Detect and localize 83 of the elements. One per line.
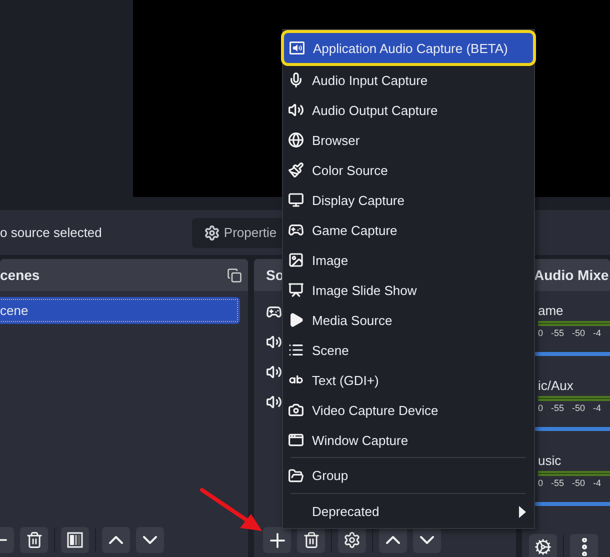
menu-item[interactable]: Image bbox=[283, 245, 534, 275]
folder-icon bbox=[288, 468, 304, 484]
meter-tick-label: -55 bbox=[551, 328, 564, 338]
chevron-down-icon bbox=[420, 536, 434, 544]
menu-item[interactable]: Display Capture bbox=[283, 185, 534, 215]
undock-icon[interactable] bbox=[227, 268, 242, 282]
speaker-icon bbox=[266, 394, 282, 410]
chevron-down-icon bbox=[143, 536, 157, 544]
move-up-button[interactable] bbox=[379, 527, 407, 553]
brush-icon bbox=[288, 162, 304, 178]
trash-icon bbox=[304, 532, 318, 548]
menu-item[interactable]: Deprecated bbox=[283, 496, 534, 527]
status-text: o source selected bbox=[0, 225, 102, 240]
meter-tick-label: -4 bbox=[593, 478, 602, 488]
chevron-up-icon bbox=[386, 536, 400, 544]
play-icon bbox=[288, 312, 304, 328]
menu-item[interactable]: Color Source bbox=[283, 155, 534, 185]
globe-icon bbox=[288, 132, 304, 148]
gamepad-icon bbox=[288, 222, 304, 238]
trash-icon bbox=[26, 532, 42, 548]
image-icon bbox=[288, 252, 304, 268]
delete-button[interactable] bbox=[297, 527, 325, 553]
advanced-settings-button[interactable] bbox=[529, 534, 557, 557]
menu-item[interactable]: Video Capture Device bbox=[283, 395, 534, 425]
meter-tick-label: -55 bbox=[551, 403, 564, 413]
move-down-button[interactable] bbox=[413, 527, 441, 553]
volume-meter bbox=[538, 321, 610, 326]
window-icon bbox=[288, 432, 304, 448]
filters-button[interactable] bbox=[61, 527, 89, 553]
panel-title: cenes bbox=[0, 267, 40, 283]
meter-tick-label: -50 bbox=[572, 328, 586, 338]
volume-meter bbox=[538, 396, 610, 401]
channel-name: usic bbox=[538, 453, 562, 468]
gradient-square-icon bbox=[67, 532, 83, 548]
meter-tick-label: -4 bbox=[593, 403, 602, 413]
menu-item[interactable]: Window Capture bbox=[283, 425, 534, 455]
submenu-arrow-icon bbox=[519, 506, 526, 518]
move-up-button[interactable] bbox=[102, 527, 130, 553]
cog-icon bbox=[535, 539, 551, 555]
settings-button[interactable] bbox=[338, 527, 366, 553]
channel-name: ic/Aux bbox=[538, 378, 574, 393]
fader-track[interactable] bbox=[532, 427, 610, 431]
menu-item[interactable]: Group bbox=[283, 460, 534, 491]
speaker-window-icon bbox=[289, 40, 305, 56]
more-icon bbox=[582, 538, 586, 556]
gamepad-icon bbox=[266, 304, 282, 320]
move-down-button[interactable] bbox=[136, 527, 164, 553]
menu-item[interactable]: Audio Input Capture bbox=[283, 65, 534, 95]
menu-item[interactable]: Media Source bbox=[283, 305, 534, 335]
menu-item[interactable]: Browser bbox=[283, 125, 534, 155]
microphone-icon bbox=[288, 72, 304, 88]
speaker-icon bbox=[266, 334, 282, 350]
menu-item[interactable]: Audio Output Capture bbox=[283, 95, 534, 125]
menu-item[interactable]: Scene bbox=[283, 335, 534, 365]
meter-tick-label: -55 bbox=[551, 478, 564, 488]
volume-meter bbox=[538, 471, 610, 476]
camera-icon bbox=[288, 402, 304, 418]
list-row[interactable]: cene bbox=[0, 297, 240, 324]
meter-tick-label: 0 bbox=[538, 478, 544, 488]
panel-title: Audio Mixe bbox=[534, 267, 609, 283]
settings-icon bbox=[344, 532, 360, 548]
menu-item[interactable]: Text (GDI+) bbox=[283, 365, 534, 395]
menu-item[interactable]: Application Audio Capture (BETA) bbox=[284, 33, 533, 63]
speaker-icon bbox=[266, 364, 282, 380]
channel-name: ame bbox=[538, 303, 564, 318]
more-button[interactable] bbox=[570, 534, 598, 557]
meter-tick-label: 0 bbox=[538, 328, 544, 338]
speaker-icon bbox=[288, 102, 304, 118]
meter-tick-label: -50 bbox=[572, 403, 586, 413]
fader-track[interactable] bbox=[532, 502, 610, 506]
plus-icon bbox=[270, 532, 284, 548]
meter-tick-label: -4 bbox=[593, 328, 602, 338]
presentation-icon bbox=[288, 282, 304, 298]
meter-tick-label: 0 bbox=[538, 403, 544, 413]
list-icon bbox=[288, 342, 304, 358]
monitor-icon bbox=[288, 192, 304, 208]
menu-item[interactable]: Image Slide Show bbox=[283, 275, 534, 305]
meter-tick-label: -50 bbox=[572, 478, 586, 488]
settings-icon bbox=[204, 224, 220, 240]
fader-track[interactable] bbox=[532, 352, 610, 356]
delete-button[interactable] bbox=[20, 527, 48, 553]
add-button[interactable] bbox=[263, 527, 291, 553]
chevron-up-icon bbox=[109, 536, 123, 544]
